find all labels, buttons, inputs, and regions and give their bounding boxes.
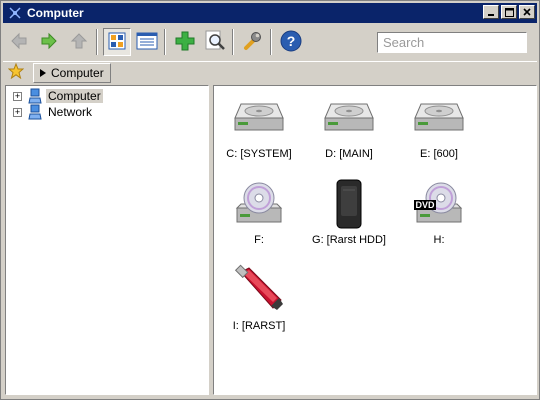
breadcrumb[interactable]: Computer [33,62,111,83]
hard-drive-icon [321,92,377,144]
up-button[interactable] [65,28,93,56]
arrow-up-icon [69,31,89,54]
magnifier-icon [204,30,226,55]
hard-drive-icon [411,92,467,144]
arrow-left-icon [9,31,29,54]
toolbar-separator [96,29,98,55]
expand-button[interactable]: + [13,91,22,101]
toolbar-separator [270,29,272,55]
help-icon: ? [280,30,302,55]
drive-label: G: [Rarst HDD] [312,234,386,246]
large-icons-view-button[interactable] [103,28,131,56]
close-button[interactable] [519,5,535,19]
folder-tree: + Computer + Network [5,85,209,395]
window-title: Computer [27,6,84,20]
add-button[interactable] [171,28,199,56]
favorites-button[interactable] [5,62,27,83]
chevron-right-icon [40,66,46,80]
find-button[interactable] [201,28,229,56]
svg-text:?: ? [287,33,296,49]
drive-item[interactable]: DVD H: [394,178,484,258]
drive-label: C: [SYSTEM] [226,148,292,160]
plus-icon [174,30,196,55]
expand-button[interactable]: + [13,107,22,117]
drive-item[interactable]: D: [MAIN] [304,92,394,172]
toolbar-separator [232,29,234,55]
drive-item[interactable]: I: [RARST] [214,264,304,344]
details-view-button[interactable] [133,28,161,56]
wrench-icon [242,30,264,55]
tree-item-label: Network [48,105,93,119]
window-controls [481,5,535,19]
tree-item-label: Computer [46,89,103,103]
breadcrumb-computer: Computer [51,65,104,80]
drive-label: D: [MAIN] [325,148,373,160]
drive-item[interactable]: F: [214,178,304,258]
external-hdd-icon [321,178,377,230]
icons-view-icon [107,31,127,54]
drives-view: C: [SYSTEM] D: [MAIN] E: [600] F: G: [Ra… [213,85,537,395]
explorer-window: Computer ? Search Computer + Computer + … [0,0,540,400]
back-button[interactable] [5,28,33,56]
help-button[interactable]: ? [277,28,305,56]
drive-label: E: [600] [420,148,458,160]
search-input[interactable]: Search [377,32,527,53]
drive-label: H: [433,234,445,246]
cd-drive-icon [231,178,287,230]
app-icon [7,5,23,21]
drive-item[interactable]: C: [SYSTEM] [214,92,304,172]
tree-item-computer[interactable]: + Computer [6,88,208,104]
computer-icon [27,88,43,104]
drive-item[interactable]: G: [Rarst HDD] [304,178,394,258]
maximize-button[interactable] [501,5,517,19]
address-bar: Computer [3,61,537,83]
star-icon [7,62,25,82]
drive-label: I: [RARST] [232,320,286,332]
hard-drive-icon [231,92,287,144]
tree-item-network[interactable]: + Network [6,104,208,120]
settings-button[interactable] [239,28,267,56]
details-view-icon [136,31,158,54]
network-icon [27,104,43,120]
forward-button[interactable] [35,28,63,56]
toolbar-separator [164,29,166,55]
dvd-drive-icon: DVD [411,178,467,230]
dvd-badge: DVD [415,200,435,210]
minimize-button[interactable] [483,5,499,19]
drive-label: F: [254,234,264,246]
arrow-right-icon [39,31,59,54]
title-bar[interactable]: Computer [3,3,537,23]
drive-item[interactable]: E: [600] [394,92,484,172]
usb-flash-icon [231,264,287,316]
